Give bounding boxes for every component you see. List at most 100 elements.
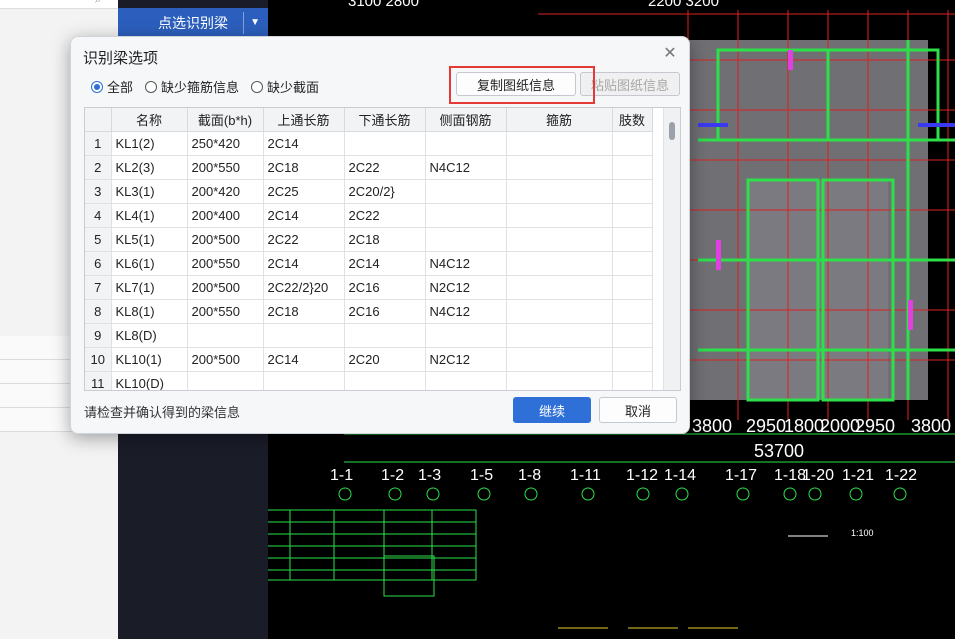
table-cell[interactable] — [506, 251, 613, 276]
table-cell[interactable] — [425, 227, 507, 252]
table-cell[interactable]: KL10(1) — [111, 347, 188, 372]
table-cell[interactable] — [425, 131, 507, 156]
table-cell[interactable] — [506, 155, 613, 180]
table-cell[interactable] — [187, 323, 264, 348]
table-cell[interactable] — [612, 299, 653, 324]
close-icon[interactable]: ✕ — [661, 45, 679, 63]
table-cell[interactable]: KL8(1) — [111, 299, 188, 324]
table-cell[interactable] — [263, 371, 345, 390]
table-row[interactable]: 10 KL10(1) 200*500 2C14 2C20 N2C12 — [85, 347, 653, 372]
table-row[interactable]: 9 KL8(D) — [85, 323, 653, 348]
table-cell[interactable]: 200*500 — [187, 347, 264, 372]
table-row[interactable]: 4 KL4(1) 200*400 2C14 2C22 — [85, 203, 653, 228]
table-cell[interactable] — [506, 203, 613, 228]
table-cell[interactable] — [612, 131, 653, 156]
chevron-down-icon[interactable]: ▼ — [250, 17, 260, 28]
table-cell[interactable] — [612, 275, 653, 300]
table-cell[interactable] — [425, 179, 507, 204]
radio-dot[interactable] — [251, 80, 264, 93]
table-cell[interactable]: 2C22 — [263, 227, 345, 252]
table-cell[interactable]: 200*550 — [187, 299, 264, 324]
table-cell[interactable] — [344, 323, 426, 348]
table-row[interactable]: 3 KL3(1) 200*420 2C25 2C20/2} — [85, 179, 653, 204]
table-cell[interactable] — [612, 227, 653, 252]
table-cell[interactable]: 2C14 — [263, 347, 345, 372]
table-cell[interactable]: 2C14 — [263, 203, 345, 228]
table-cell[interactable] — [425, 371, 507, 390]
table-cell[interactable] — [425, 203, 507, 228]
column-header[interactable]: 下通长筋 — [344, 108, 426, 132]
table-cell[interactable]: KL10(D) — [111, 371, 188, 390]
table-cell[interactable] — [425, 323, 507, 348]
table-cell[interactable]: 2C25 — [263, 179, 345, 204]
table-cell[interactable] — [612, 179, 653, 204]
table-cell[interactable]: KL3(1) — [111, 179, 188, 204]
table-cell[interactable]: 200*550 — [187, 155, 264, 180]
table-cell[interactable] — [506, 323, 613, 348]
table-cell[interactable] — [612, 155, 653, 180]
table-cell[interactable] — [506, 227, 613, 252]
table-row[interactable]: 1 KL1(2) 250*420 2C14 — [85, 131, 653, 156]
column-header[interactable]: 上通长筋 — [263, 108, 345, 132]
table-cell[interactable]: 200*400 — [187, 203, 264, 228]
table-cell[interactable] — [506, 131, 613, 156]
table-cell[interactable] — [506, 275, 613, 300]
table-cell[interactable]: KL6(1) — [111, 251, 188, 276]
table-cell[interactable]: 2C18 — [263, 155, 345, 180]
table-cell[interactable]: KL5(1) — [111, 227, 188, 252]
table-cell[interactable]: 2C18 — [344, 227, 426, 252]
table-cell[interactable]: 2C14 — [263, 251, 345, 276]
table-cell[interactable]: N4C12 — [425, 299, 507, 324]
column-header[interactable]: 截面(b*h) — [187, 108, 264, 132]
table-cell[interactable] — [612, 323, 653, 348]
table-cell[interactable] — [263, 323, 345, 348]
table-cell[interactable]: 2C18 — [263, 299, 345, 324]
table-cell[interactable] — [612, 371, 653, 390]
table-cell[interactable]: 2C22/2}20 — [263, 275, 345, 300]
table-row[interactable]: 5 KL5(1) 200*500 2C22 2C18 — [85, 227, 653, 252]
paste-drawing-info-button[interactable]: 粘贴图纸信息 — [580, 72, 680, 96]
table-cell[interactable] — [506, 299, 613, 324]
table-cell[interactable] — [506, 179, 613, 204]
cancel-button[interactable]: 取消 — [599, 397, 677, 423]
table-cell[interactable]: 2C22 — [344, 203, 426, 228]
table-cell[interactable]: N2C12 — [425, 275, 507, 300]
column-header[interactable]: 名称 — [111, 108, 188, 132]
column-header[interactable]: 肢数 — [612, 108, 653, 132]
table-cell[interactable] — [506, 371, 613, 390]
left-search-input[interactable]: ⌕ — [0, 0, 118, 9]
radio-missing-section[interactable]: 缺少截面 — [251, 77, 319, 96]
table-cell[interactable] — [612, 347, 653, 372]
radio-dot[interactable] — [91, 80, 103, 93]
table-row[interactable]: 2 KL2(3) 200*550 2C18 2C22 N4C12 — [85, 155, 653, 180]
table-cell[interactable] — [344, 371, 426, 390]
table-cell[interactable]: N4C12 — [425, 155, 507, 180]
continue-button[interactable]: 继续 — [513, 397, 591, 423]
table-cell[interactable]: KL2(3) — [111, 155, 188, 180]
table-cell[interactable]: 2C16 — [344, 299, 426, 324]
table-cell[interactable] — [187, 371, 264, 390]
table-cell[interactable] — [612, 251, 653, 276]
table-cell[interactable]: KL7(1) — [111, 275, 188, 300]
table-cell[interactable]: 2C22 — [344, 155, 426, 180]
table-cell[interactable]: 2C14 — [344, 251, 426, 276]
table-cell[interactable]: KL8(D) — [111, 323, 188, 348]
table-cell[interactable] — [612, 203, 653, 228]
table-cell[interactable]: 2C16 — [344, 275, 426, 300]
table-row[interactable]: 6 KL6(1) 200*550 2C14 2C14 N4C12 — [85, 251, 653, 276]
search-icon[interactable]: ⌕ — [95, 0, 101, 7]
table-row[interactable]: 8 KL8(1) 200*550 2C18 2C16 N4C12 — [85, 299, 653, 324]
table-row[interactable]: 11 KL10(D) — [85, 371, 653, 390]
radio-dot[interactable] — [145, 80, 158, 93]
table-cell[interactable]: 200*500 — [187, 227, 264, 252]
table-cell[interactable]: KL4(1) — [111, 203, 188, 228]
table-cell[interactable]: 2C20 — [344, 347, 426, 372]
pick-identify-beam-button[interactable]: 点选识别梁 ▼ — [118, 8, 268, 38]
table-cell[interactable]: KL1(2) — [111, 131, 188, 156]
radio-missing-stirrup[interactable]: 缺少箍筋信息 — [145, 77, 239, 96]
radio-all[interactable]: 全部 — [91, 77, 133, 96]
table-cell[interactable] — [506, 347, 613, 372]
table-cell[interactable]: 200*420 — [187, 179, 264, 204]
table-cell[interactable]: 2C20/2} — [344, 179, 426, 204]
table-cell[interactable]: 250*420 — [187, 131, 264, 156]
